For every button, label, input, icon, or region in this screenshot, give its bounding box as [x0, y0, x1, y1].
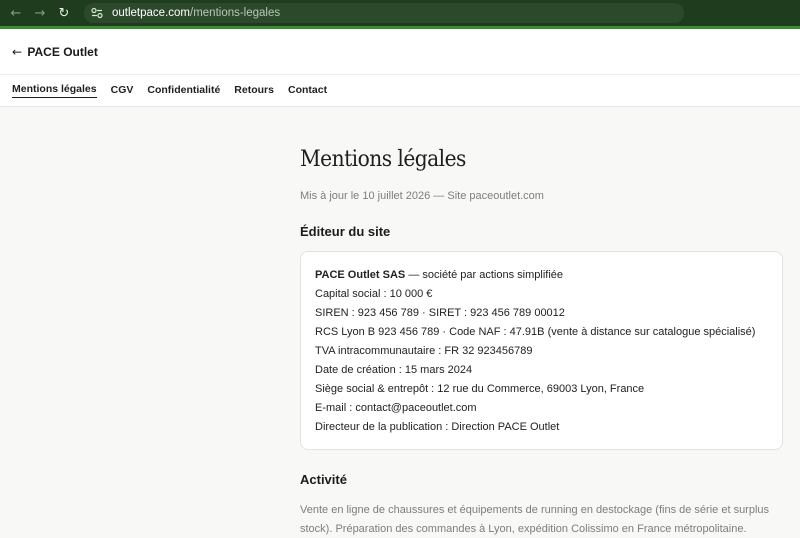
company-name: PACE Outlet SAS	[315, 269, 406, 281]
siren-line: SIREN : 923 456 789 · SIRET : 923 456 78…	[315, 307, 565, 319]
tab-mentions-legales[interactable]: Mentions légales	[12, 83, 97, 98]
legal-tabs: Mentions légales CGV Confidentialité Ret…	[0, 75, 800, 107]
url-path: /mentions-legales	[190, 7, 281, 19]
company-desc: — société par actions simplifiée	[405, 269, 563, 281]
activity-text: Vente en ligne de chaussures et équipeme…	[300, 504, 770, 535]
page-title: Mentions légales	[300, 147, 466, 172]
address-bar[interactable]: outletpace.com/mentions-legales	[84, 3, 684, 23]
tab-retours[interactable]: Retours	[234, 84, 274, 98]
editor-heading: Éditeur du site	[300, 224, 391, 239]
site-info-icon[interactable]	[90, 6, 104, 20]
tva-line: TVA intracommunautaire : FR 32 923456789	[315, 345, 533, 357]
main-content: Mentions légales Mis à jour le 10 juille…	[300, 107, 786, 538]
tab-cgv[interactable]: CGV	[111, 84, 134, 98]
capital-line: Capital social : 10 000 €	[315, 288, 433, 300]
updated-date: Mis à jour le 10 juillet 2026 — Site pac…	[300, 190, 544, 202]
email-line[interactable]: E-mail : contact@paceoutlet.com	[315, 399, 768, 418]
site-header: ← PACE Outlet	[0, 29, 800, 75]
forward-arrow-icon[interactable]: →	[28, 6, 52, 21]
brand-name: PACE Outlet	[27, 44, 98, 59]
reload-icon[interactable]: ↻	[52, 6, 76, 21]
company-line: PACE Outlet SAS — société par actions si…	[315, 266, 768, 285]
back-arrow-icon[interactable]: ←	[4, 6, 28, 21]
back-to-home-link[interactable]: ← PACE Outlet	[12, 45, 98, 59]
url-domain: outletpace.com	[112, 7, 190, 19]
browser-toolbar: ← → ↻ outletpace.com/mentions-legales	[0, 0, 800, 26]
rcs-line: RCS Lyon B 923 456 789 · Code NAF : 47.9…	[315, 326, 756, 338]
publication-director-line: Directeur de la publication : Direction …	[315, 421, 560, 433]
activity-heading: Activité	[300, 472, 347, 487]
tab-contact[interactable]: Contact	[288, 84, 327, 98]
tab-confidentialite[interactable]: Confidentialité	[147, 84, 220, 98]
back-arrow: ←	[12, 44, 23, 59]
creation-date-line: Date de création : 15 mars 2024	[315, 364, 473, 376]
address-line: Siège social & entrepôt : 12 rue du Comm…	[315, 383, 645, 395]
editor-card: PACE Outlet SAS — société par actions si…	[300, 251, 783, 450]
